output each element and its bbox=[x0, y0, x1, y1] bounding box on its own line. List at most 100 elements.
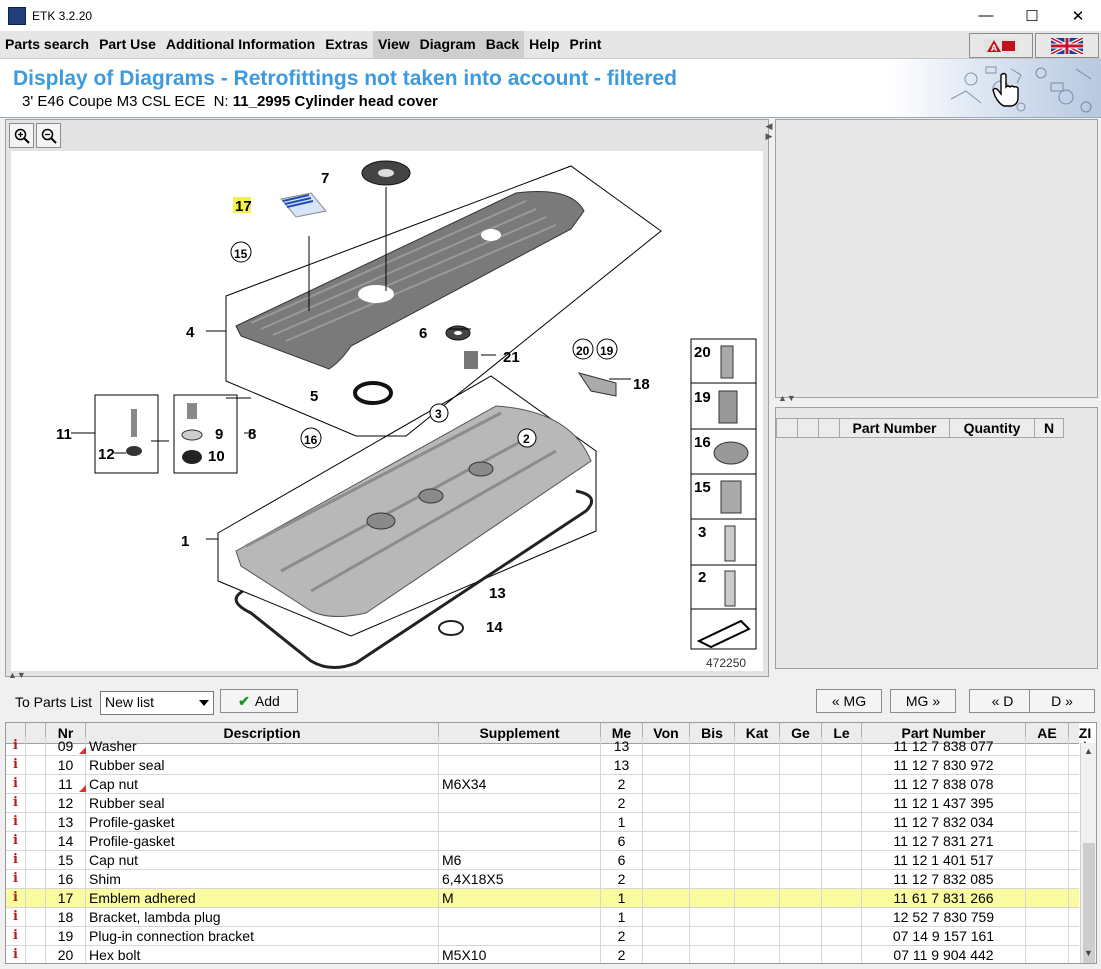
parts-list-col-c[interactable] bbox=[818, 418, 840, 438]
parts-diagram[interactable]: 7 17 15 4 6 5 21 20 19 18 3 2 16 11 12 9… bbox=[11, 151, 763, 671]
menu-additional-information[interactable]: Additional Information bbox=[161, 31, 320, 58]
cell-info[interactable]: i bbox=[6, 832, 26, 850]
menu-back[interactable]: Back bbox=[480, 31, 525, 58]
parts-list-col-part-number[interactable]: Part Number bbox=[839, 418, 950, 438]
table-scrollbar[interactable]: ▲ ▼ bbox=[1080, 743, 1096, 963]
prev-main-group-button[interactable]: « MG bbox=[816, 689, 882, 713]
cell-ge bbox=[780, 851, 822, 869]
table-row[interactable]: i 10 Rubber seal 13 11 12 7 830 972 bbox=[6, 756, 1079, 775]
cell-info[interactable]: i bbox=[6, 851, 26, 869]
cell-info[interactable]: i bbox=[6, 927, 26, 945]
parts-list-col-a[interactable] bbox=[776, 418, 798, 438]
menu-diagram[interactable]: Diagram bbox=[414, 31, 481, 58]
info-icon[interactable]: i bbox=[13, 738, 18, 753]
diagram-label-15[interactable]: 15 bbox=[234, 247, 248, 261]
diagram-label-21[interactable]: 21 bbox=[503, 349, 520, 366]
cell-info[interactable]: i bbox=[6, 794, 26, 812]
maximize-button[interactable]: ☐ bbox=[1009, 0, 1055, 31]
parts-list-col-b[interactable] bbox=[797, 418, 819, 438]
diagram-label-18[interactable]: 18 bbox=[633, 376, 650, 393]
diagram-label-19[interactable]: 19 bbox=[600, 344, 614, 358]
cell-info[interactable]: i bbox=[6, 889, 26, 907]
vertical-splitter-arrows[interactable]: ◀▶ bbox=[765, 122, 775, 142]
table-row[interactable]: i 17 Emblem adhered M 1 11 61 7 831 266 bbox=[6, 889, 1079, 908]
diagram-label-4[interactable]: 4 bbox=[186, 324, 195, 341]
diagram-label-6[interactable]: 6 bbox=[419, 325, 427, 342]
menu-help[interactable]: Help bbox=[524, 31, 564, 58]
info-icon[interactable]: i bbox=[13, 909, 18, 924]
close-button[interactable]: ✕ bbox=[1055, 0, 1101, 31]
next-diagram-button[interactable]: D » bbox=[1029, 689, 1095, 713]
zoom-in-button[interactable] bbox=[9, 123, 34, 148]
cell-info[interactable]: i bbox=[6, 813, 26, 831]
diagram-label-20[interactable]: 20 bbox=[576, 344, 590, 358]
info-icon[interactable]: i bbox=[13, 947, 18, 962]
table-row[interactable]: i09Washer1311 12 7 838 077I bbox=[6, 737, 1087, 756]
diagram-label-1[interactable]: 1 bbox=[181, 533, 189, 550]
diagram-label-14[interactable]: 14 bbox=[486, 619, 503, 636]
table-row[interactable]: i 20 Hex bolt M5X10 2 07 11 9 904 442 bbox=[6, 946, 1079, 963]
next-main-group-button[interactable]: MG » bbox=[890, 689, 956, 713]
diagram-label-13[interactable]: 13 bbox=[489, 585, 506, 602]
info-icon[interactable]: i bbox=[13, 814, 18, 829]
table-row[interactable]: i 15 Cap nut M6 6 11 12 1 401 517 bbox=[6, 851, 1079, 870]
table-row[interactable]: i 16 Shim 6,4X18X5 2 11 12 7 832 085 bbox=[6, 870, 1079, 889]
splitter-arrows[interactable]: ▲▼ bbox=[8, 670, 26, 680]
parts-list-col-quantity[interactable]: Quantity bbox=[949, 418, 1035, 438]
menu-view[interactable]: View bbox=[373, 31, 415, 58]
prev-diagram-button[interactable]: « D bbox=[969, 689, 1036, 713]
warning-flag-button[interactable]: A bbox=[969, 33, 1033, 58]
menu-part-use[interactable]: Part Use bbox=[94, 31, 161, 58]
table-row[interactable]: i 13 Profile-gasket 1 11 12 7 832 034 bbox=[6, 813, 1079, 832]
legend-label-2[interactable]: 2 bbox=[698, 569, 706, 586]
info-icon[interactable]: i bbox=[13, 795, 18, 810]
info-icon[interactable]: i bbox=[13, 776, 18, 791]
table-row[interactable]: i 14 Profile-gasket 6 11 12 7 831 271 bbox=[6, 832, 1079, 851]
table-row[interactable]: i 12 Rubber seal 2 11 12 1 437 395 bbox=[6, 794, 1079, 813]
table-row[interactable]: i 19 Plug-in connection bracket 2 07 14 9 15… bbox=[6, 927, 1079, 946]
cell-info[interactable]: i bbox=[6, 946, 26, 963]
diagram-label-16[interactable]: 16 bbox=[304, 433, 318, 447]
legend-label-20[interactable]: 20 bbox=[694, 344, 711, 361]
menu-extras[interactable]: Extras bbox=[320, 31, 373, 58]
add-button[interactable]: ✔ Add bbox=[220, 689, 298, 713]
info-icon[interactable]: i bbox=[13, 833, 18, 848]
diagram-label-5[interactable]: 5 bbox=[310, 388, 318, 405]
info-icon[interactable]: i bbox=[13, 757, 18, 772]
diagram-label-12[interactable]: 12 bbox=[98, 446, 115, 463]
diagram-label-11[interactable]: 11 bbox=[56, 426, 72, 443]
right-splitter-arrows[interactable]: ▲▼ bbox=[778, 393, 796, 403]
scroll-down-icon[interactable]: ▼ bbox=[1084, 948, 1093, 958]
cell-info[interactable]: i bbox=[6, 756, 26, 774]
legend-label-19[interactable]: 19 bbox=[694, 389, 711, 406]
info-icon[interactable]: i bbox=[13, 871, 18, 886]
cell-info[interactable]: i bbox=[6, 870, 26, 888]
legend-label-15[interactable]: 15 bbox=[694, 479, 711, 496]
menu-print[interactable]: Print bbox=[565, 31, 607, 58]
scrollbar-thumb[interactable] bbox=[1083, 843, 1095, 963]
cell-info[interactable]: i bbox=[6, 775, 26, 793]
parts-list-col-n[interactable]: N bbox=[1034, 418, 1064, 438]
table-row[interactable]: i11Cap nutM6X34211 12 7 838 078I bbox=[6, 775, 1087, 794]
cell-info[interactable]: i bbox=[6, 908, 26, 926]
diagram-label-9[interactable]: 9 bbox=[215, 426, 223, 443]
diagram-label-3[interactable]: 3 bbox=[435, 407, 442, 421]
language-flag-button[interactable] bbox=[1035, 33, 1099, 58]
menu-parts-search[interactable]: Parts search bbox=[0, 31, 94, 58]
info-icon[interactable]: i bbox=[13, 928, 18, 943]
legend-label-3[interactable]: 3 bbox=[698, 524, 706, 541]
diagram-label-10[interactable]: 10 bbox=[208, 448, 225, 465]
cell-info[interactable]: i bbox=[6, 737, 26, 755]
table-row[interactable]: i 18 Bracket, lambda plug 1 12 52 7 830 759 bbox=[6, 908, 1079, 927]
diagram-label-2[interactable]: 2 bbox=[523, 432, 530, 446]
info-icon[interactable]: i bbox=[13, 852, 18, 867]
legend-label-16[interactable]: 16 bbox=[694, 434, 711, 451]
minimize-button[interactable]: — bbox=[963, 0, 1009, 31]
scroll-up-icon[interactable]: ▲ bbox=[1084, 746, 1093, 756]
diagram-label-7[interactable]: 7 bbox=[321, 170, 329, 187]
zoom-out-button[interactable] bbox=[36, 123, 61, 148]
diagram-label-8[interactable]: 8 bbox=[248, 426, 256, 443]
parts-list-select[interactable]: New list bbox=[100, 691, 214, 715]
info-icon[interactable]: i bbox=[13, 890, 18, 905]
diagram-label-17[interactable]: 17 bbox=[235, 198, 252, 215]
